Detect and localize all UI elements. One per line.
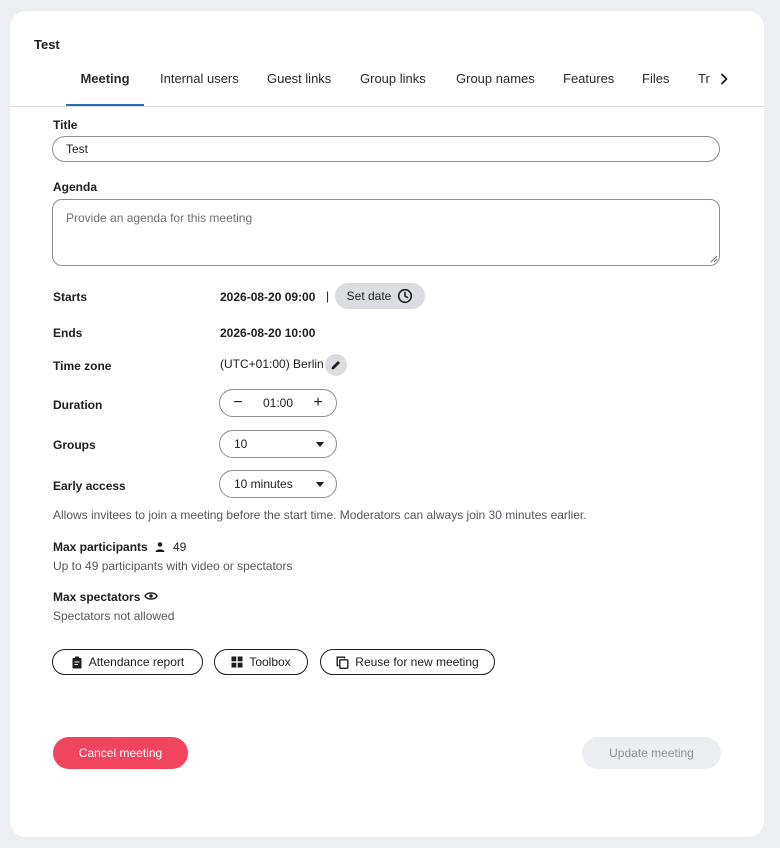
tab-features[interactable]: Features	[563, 68, 614, 104]
dialog-title: Test	[34, 37, 60, 52]
grid-icon	[231, 656, 243, 668]
timezone-value: (UTC+01:00) Berlin	[220, 357, 324, 371]
toolbox-label: Toolbox	[249, 655, 291, 669]
clock-icon	[397, 288, 413, 304]
agenda-textarea[interactable]	[52, 199, 720, 266]
max-participants-value: 49	[173, 540, 187, 554]
reuse-meeting-label: Reuse for new meeting	[355, 655, 479, 669]
pencil-icon	[330, 359, 342, 371]
early-access-hint: Allows invitees to join a meeting before…	[53, 508, 587, 522]
tab-meeting[interactable]: Meeting	[66, 68, 144, 106]
tab-overflow[interactable]: Tr	[698, 68, 714, 104]
clipboard-icon	[71, 656, 83, 669]
groups-selected-value: 10	[234, 437, 248, 451]
person-icon	[154, 541, 166, 553]
resize-grip-icon[interactable]	[710, 255, 718, 263]
chevron-down-icon	[316, 442, 324, 447]
starts-value: 2026-08-20 09:00	[220, 290, 316, 304]
max-participants-label: Max participants	[53, 540, 148, 554]
tab-group-links[interactable]: Group links	[360, 68, 426, 104]
starts-separator: |	[326, 289, 330, 303]
tab-bar: Meeting Internal users Guest links Group…	[10, 68, 764, 107]
max-spectators-label: Max spectators	[53, 590, 141, 604]
tab-internal-users[interactable]: Internal users	[160, 68, 239, 104]
agenda-label: Agenda	[53, 180, 98, 194]
early-access-selected-value: 10 minutes	[234, 477, 293, 491]
chevron-down-icon	[316, 482, 324, 487]
set-date-button[interactable]: Set date	[335, 283, 425, 309]
meeting-dialog: Test Meeting Internal users Guest links …	[10, 11, 764, 837]
duration-label: Duration	[53, 398, 103, 412]
chevron-right-icon[interactable]	[716, 68, 732, 90]
duration-increment-button[interactable]: +	[304, 390, 332, 416]
duration-value[interactable]: 01:00	[248, 390, 308, 416]
tab-group-names[interactable]: Group names	[456, 68, 535, 104]
toolbox-button[interactable]: Toolbox	[214, 649, 308, 675]
reuse-meeting-button[interactable]: Reuse for new meeting	[320, 649, 495, 675]
early-access-label: Early access	[53, 479, 126, 493]
tab-files[interactable]: Files	[642, 68, 669, 104]
copy-icon	[336, 656, 349, 669]
eye-icon	[144, 590, 158, 602]
edit-timezone-button[interactable]	[325, 354, 347, 376]
max-participants-hint: Up to 49 participants with video or spec…	[53, 559, 293, 573]
groups-select[interactable]: 10	[219, 430, 337, 458]
update-meeting-button[interactable]: Update meeting	[582, 737, 721, 769]
ends-label: Ends	[53, 326, 83, 340]
attendance-report-label: Attendance report	[88, 655, 185, 669]
title-label: Title	[53, 118, 78, 132]
groups-label: Groups	[53, 438, 96, 452]
tab-guest-links[interactable]: Guest links	[267, 68, 331, 104]
attendance-report-button[interactable]: Attendance report	[52, 649, 203, 675]
early-access-select[interactable]: 10 minutes	[219, 470, 337, 498]
set-date-label: Set date	[346, 289, 392, 303]
starts-label: Starts	[53, 290, 88, 304]
cancel-meeting-button[interactable]: Cancel meeting	[53, 737, 188, 769]
ends-value: 2026-08-20 10:00	[220, 326, 316, 340]
max-spectators-hint: Spectators not allowed	[53, 609, 175, 623]
title-input[interactable]	[52, 136, 720, 162]
duration-stepper: − 01:00 +	[219, 389, 337, 417]
timezone-label: Time zone	[53, 359, 112, 373]
